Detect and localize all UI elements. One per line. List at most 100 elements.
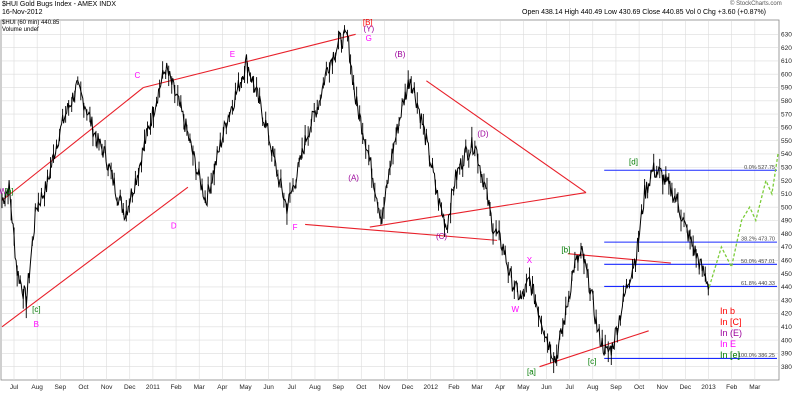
trendline <box>1 87 144 201</box>
legend-entry: In [e] <box>720 350 740 360</box>
chart: 0.0% 527.75 38.2% 473.70 50.0% 457.01 61.8%… <box>0 0 800 400</box>
legend-entry: In b <box>720 306 735 316</box>
x-tick-label: Oct <box>356 384 366 391</box>
y-tick-label: 460 <box>781 258 792 265</box>
y-tick-label: 400 <box>781 337 792 344</box>
y-tick-label: 580 <box>781 98 792 105</box>
x-tick-label: Jul <box>288 384 297 391</box>
y-tick-label: 520 <box>781 178 792 185</box>
wave-label: (B) <box>395 50 406 59</box>
y-tick-label: 620 <box>781 45 792 52</box>
trendline <box>369 191 587 228</box>
y-tick-label: 550 <box>781 138 792 145</box>
legend-layer: In bIn [C]In (E)In EIn [e] <box>720 306 742 360</box>
y-tick-label: 570 <box>781 111 792 118</box>
exchange: INDX <box>99 1 117 8</box>
trendline <box>305 223 498 241</box>
wave-label: (C) <box>436 232 447 241</box>
wave-label: B <box>34 320 39 329</box>
chart-svg: 0.0% 527.75 38.2% 473.70 50.0% 457.01 61.8%… <box>0 18 792 391</box>
axis-layer: Jul Aug Sep Oct Nov Dec 2011 Feb Mar Apr May Jun Jul… <box>10 31 792 391</box>
x-tick-label: Feb <box>170 384 182 391</box>
fib-level-label: 38.2% 473.70 <box>741 237 775 243</box>
y-tick-label: 630 <box>781 31 792 38</box>
y-tick-label: 530 <box>781 164 792 171</box>
x-tick-label: Sep <box>610 384 622 391</box>
x-tick-label: Aug <box>587 384 599 391</box>
x-tick-label: Nov <box>656 384 668 391</box>
x-tick-label: Oct <box>634 384 644 391</box>
interval: (60 min) <box>17 20 40 26</box>
x-tick-label: Mar <box>194 384 206 391</box>
x-tick-label: Jun <box>541 384 552 391</box>
wave-label: F <box>293 223 298 232</box>
y-tick-label: 450 <box>781 271 792 278</box>
wave-label: [b] <box>561 245 570 254</box>
x-tick-label: Sep <box>55 384 67 391</box>
series-tag: $HUI (60 min) 440.85 <box>2 20 59 26</box>
x-tick-label: Nov <box>101 384 113 391</box>
y-tick-label: 430 <box>781 297 792 304</box>
legend-entry: In [C] <box>720 317 742 327</box>
wave-label-layer: W[b][c]BCDEF[B](Y)G(B)(A)(C)(D)XW[b][a][… <box>0 18 638 377</box>
x-tick-label: Dec <box>402 384 414 391</box>
y-tick-label: 390 <box>781 351 792 358</box>
y-tick-label: 380 <box>781 364 792 371</box>
wave-label: D <box>171 221 177 230</box>
y-tick-label: 610 <box>781 58 792 65</box>
price-layer <box>1 25 710 374</box>
y-tick-label: 500 <box>781 204 792 211</box>
y-tick-label: 420 <box>781 311 792 318</box>
wave-label: [c] <box>588 357 596 366</box>
wave-label: G <box>366 34 372 43</box>
trendline-layer <box>1 33 671 368</box>
legend-entry: In (E) <box>720 328 742 338</box>
index-name: Gold Bugs Index - AMEX <box>19 1 98 8</box>
x-tick-label: Feb <box>448 384 460 391</box>
symbol-small: $HUI <box>2 20 16 26</box>
x-tick-label: Dec <box>124 384 136 391</box>
wave-label: (A) <box>348 174 359 183</box>
wave-label: (Y) <box>363 25 374 34</box>
x-tick-label: May <box>517 384 530 391</box>
x-tick-label: Apr <box>495 384 506 391</box>
trendline <box>426 80 587 193</box>
y-tick-label: 540 <box>781 151 792 158</box>
x-tick-label: Mar <box>749 384 761 391</box>
x-tick-label: Dec <box>680 384 692 391</box>
x-tick-label: Jul <box>565 384 574 391</box>
wave-label: [c] <box>32 305 40 314</box>
x-tick-label: Oct <box>78 384 88 391</box>
wave-label: [d] <box>629 158 638 167</box>
y-tick-label: 590 <box>781 85 792 92</box>
x-tick-label: Aug <box>31 384 43 391</box>
wave-label: E <box>230 50 235 59</box>
wave-label: [b] <box>5 187 14 196</box>
wave-label: [a] <box>527 368 536 377</box>
fib-level-label: 61.8% 440.33 <box>741 281 775 287</box>
fib-level-label: 100.0% 386.25 <box>738 353 775 359</box>
volume-note: Volume undef <box>2 27 39 33</box>
chart-date: 16-Nov-2012 <box>2 9 43 16</box>
wave-label: (D) <box>477 130 488 139</box>
x-tick-label: Mar <box>471 384 483 391</box>
y-tick-label: 560 <box>781 125 792 132</box>
x-tick-label: Jun <box>263 384 274 391</box>
x-tick-label: Apr <box>217 384 228 391</box>
x-tick-label: 2012 <box>423 384 438 391</box>
quote-line: Open 438.14 High 440.49 Low 430.69 Close… <box>522 9 767 16</box>
wave-label: W <box>512 305 520 314</box>
y-tick-label: 490 <box>781 218 792 225</box>
fib-level-label: 0.0% 527.75 <box>744 165 775 171</box>
last-value: 440.85 <box>41 20 60 26</box>
y-tick-label: 510 <box>781 191 792 198</box>
x-tick-label: May <box>239 384 252 391</box>
chart-title: $HUI Gold Bugs Index - AMEX INDX <box>2 1 116 8</box>
x-tick-label: Nov <box>379 384 391 391</box>
y-tick-label: 480 <box>781 231 792 238</box>
x-tick-label: Sep <box>332 384 344 391</box>
x-tick-label: 2011 <box>146 384 160 391</box>
x-tick-label: Jul <box>10 384 19 391</box>
y-tick-label: 410 <box>781 324 792 331</box>
x-tick-label: Aug <box>309 384 321 391</box>
